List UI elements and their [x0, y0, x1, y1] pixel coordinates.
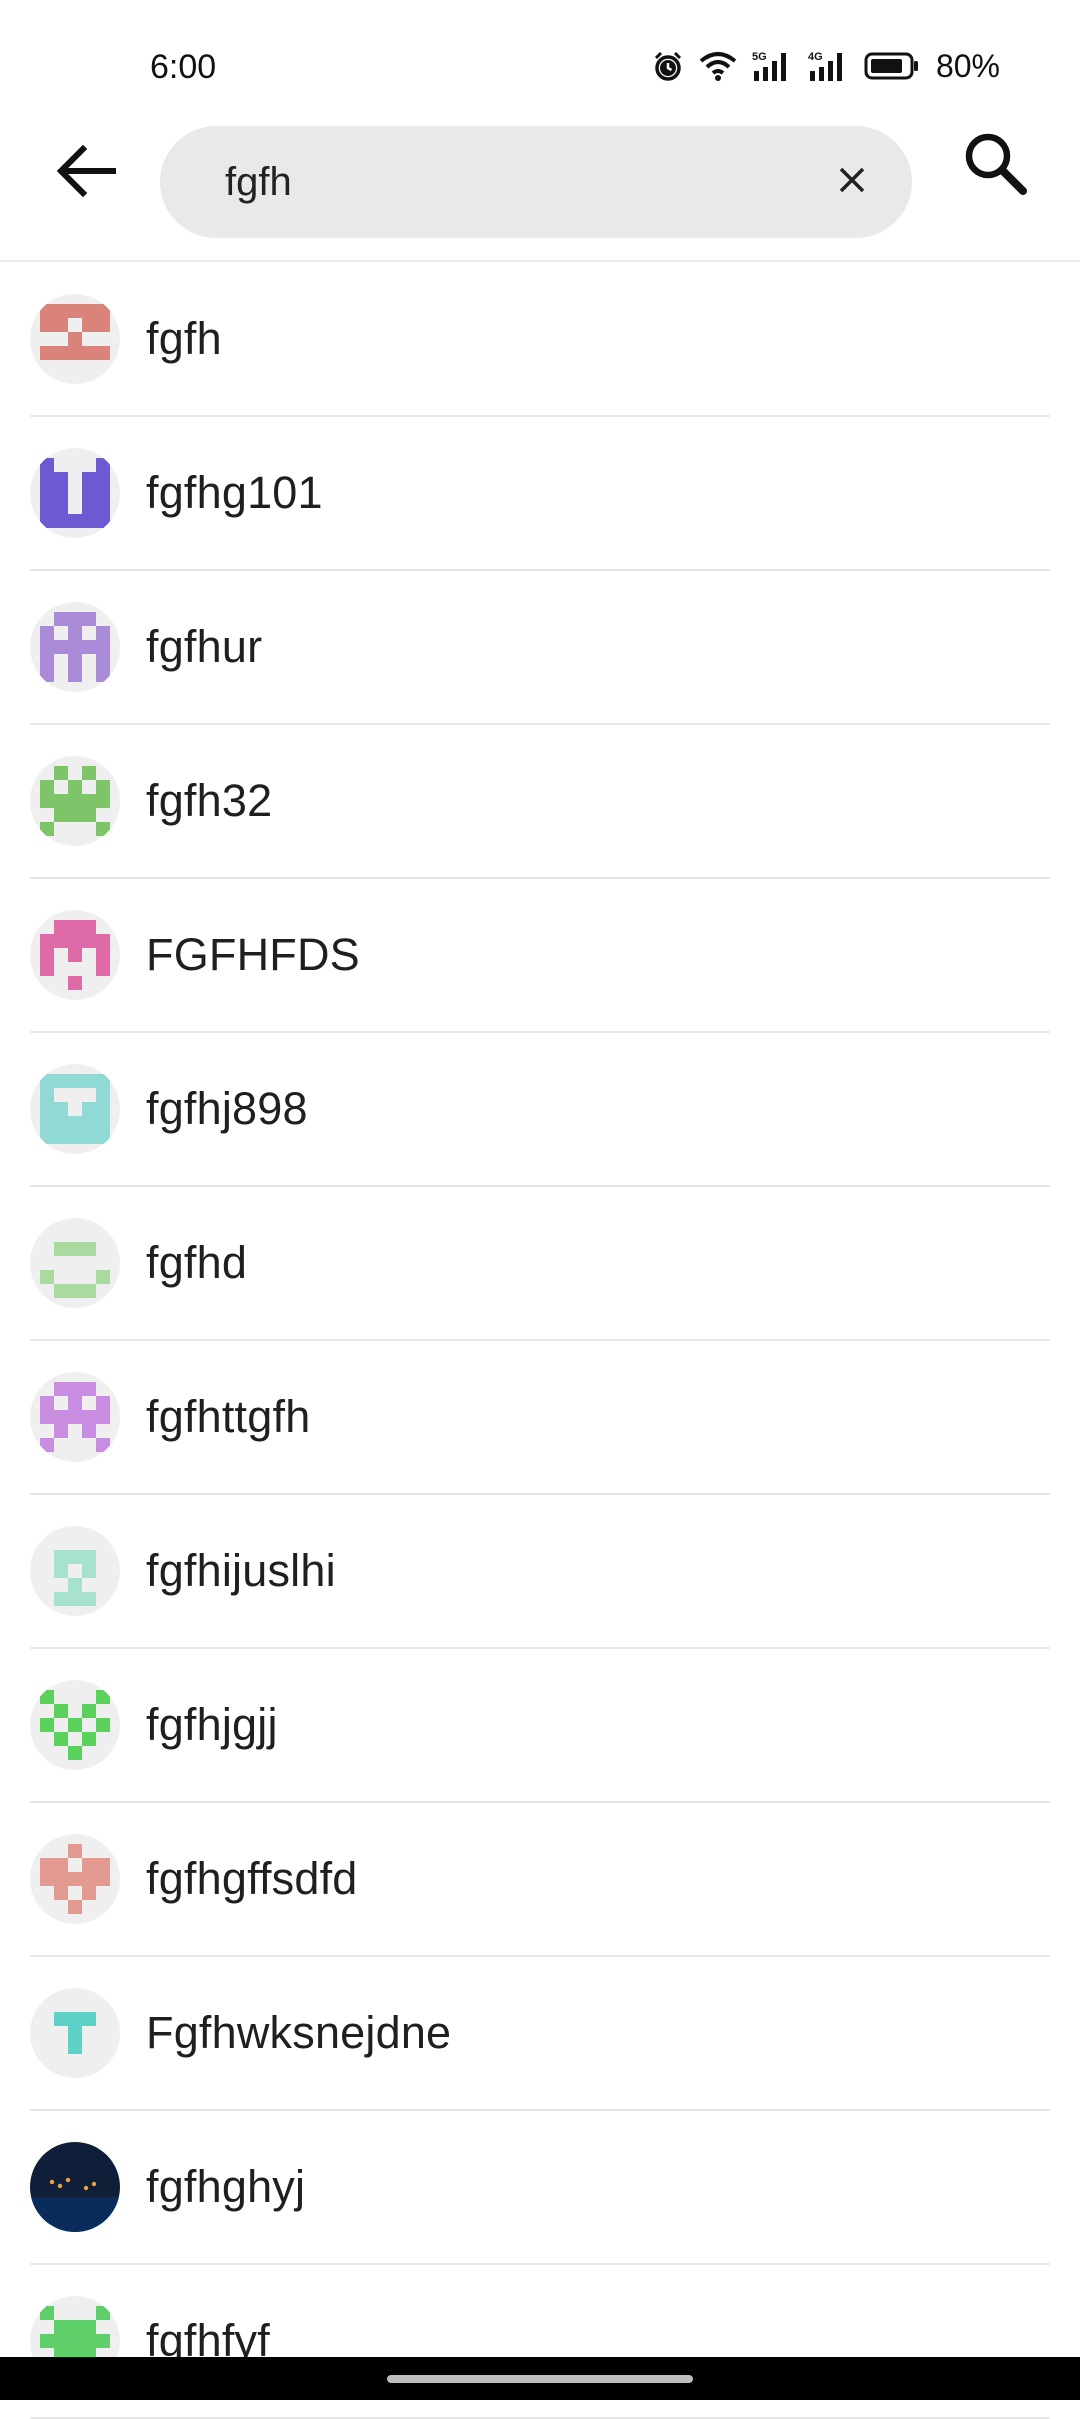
system-navigation-bar — [0, 2357, 1080, 2400]
result-name: fgfh32 — [146, 775, 273, 826]
svg-text:5G: 5G — [752, 51, 767, 63]
avatar — [30, 1680, 120, 1770]
result-row[interactable]: Fgfhwksnejdne — [30, 1957, 1050, 2111]
avatar — [30, 1218, 120, 1308]
search-results-list: fgfh fgfhg101 fgfhur fgfh32 FGFHFDS fgfhj898 f… — [0, 263, 1080, 2419]
alarm-icon — [652, 50, 684, 82]
result-name: fgfhur — [146, 621, 263, 672]
close-icon — [838, 166, 866, 199]
battery-percent: 80% — [935, 47, 1000, 84]
search-button[interactable] — [950, 120, 1040, 210]
search-box[interactable] — [160, 126, 912, 238]
avatar — [30, 756, 120, 846]
result-name: fgfhj898 — [146, 1083, 308, 1134]
back-button[interactable] — [40, 128, 130, 218]
result-row[interactable]: fgfhjgjj — [30, 1649, 1050, 1803]
result-row[interactable]: fgfhur — [30, 571, 1050, 725]
result-name: FGFHFDS — [146, 929, 360, 980]
result-row[interactable]: fgfh32 — [30, 725, 1050, 879]
search-input[interactable] — [225, 126, 785, 238]
result-row[interactable]: FGFHFDS — [30, 879, 1050, 1033]
avatar — [30, 448, 120, 538]
avatar — [30, 1526, 120, 1616]
result-row[interactable]: fgfhgffsdfd — [30, 1803, 1050, 1957]
result-row[interactable]: fgfhghyj — [30, 2111, 1050, 2265]
result-row[interactable]: fgfhijuslhi — [30, 1495, 1050, 1649]
signal-4g-icon: 4G — [808, 49, 850, 83]
result-name: fgfhgffsdfd — [146, 1853, 358, 1904]
avatar — [30, 602, 120, 692]
result-name: fgfhjgjj — [146, 1699, 278, 1750]
arrow-back-icon — [53, 139, 117, 208]
clear-search-button[interactable] — [822, 152, 882, 212]
result-name: Fgfhwksnejdne — [146, 2007, 452, 2058]
result-name: fgfhttgfh — [146, 1391, 311, 1442]
avatar — [30, 1834, 120, 1924]
avatar — [30, 1372, 120, 1462]
status-icons: 5G 4G 80% — [652, 46, 1000, 86]
avatar — [30, 910, 120, 1000]
result-name: fgfhg101 — [146, 467, 323, 518]
status-time: 6:00 — [150, 48, 217, 86]
avatar — [30, 1988, 120, 2078]
avatar — [30, 2142, 120, 2232]
result-row[interactable]: fgfhttgfh — [30, 1341, 1050, 1495]
result-name: fgfhijuslhi — [146, 1545, 336, 1596]
avatar — [30, 294, 120, 384]
wifi-icon — [698, 50, 738, 82]
signal-5g-icon: 5G — [752, 49, 794, 83]
result-row[interactable]: fgfhj898 — [30, 1033, 1050, 1187]
result-row[interactable]: fgfh — [30, 263, 1050, 417]
result-name: fgfhghyj — [146, 2161, 306, 2212]
result-row[interactable]: fgfhd — [30, 1187, 1050, 1341]
battery-icon — [864, 52, 920, 80]
search-icon — [961, 129, 1029, 202]
search-toolbar — [0, 126, 1080, 262]
home-gesture-handle[interactable] — [387, 2375, 693, 2383]
svg-text:4G: 4G — [808, 51, 823, 63]
result-name: fgfh — [146, 313, 222, 364]
result-name: fgfhd — [146, 1237, 248, 1288]
avatar — [30, 1064, 120, 1154]
result-row[interactable]: fgfhg101 — [30, 417, 1050, 571]
status-bar: 6:00 5G 4G 80% — [0, 0, 1080, 130]
